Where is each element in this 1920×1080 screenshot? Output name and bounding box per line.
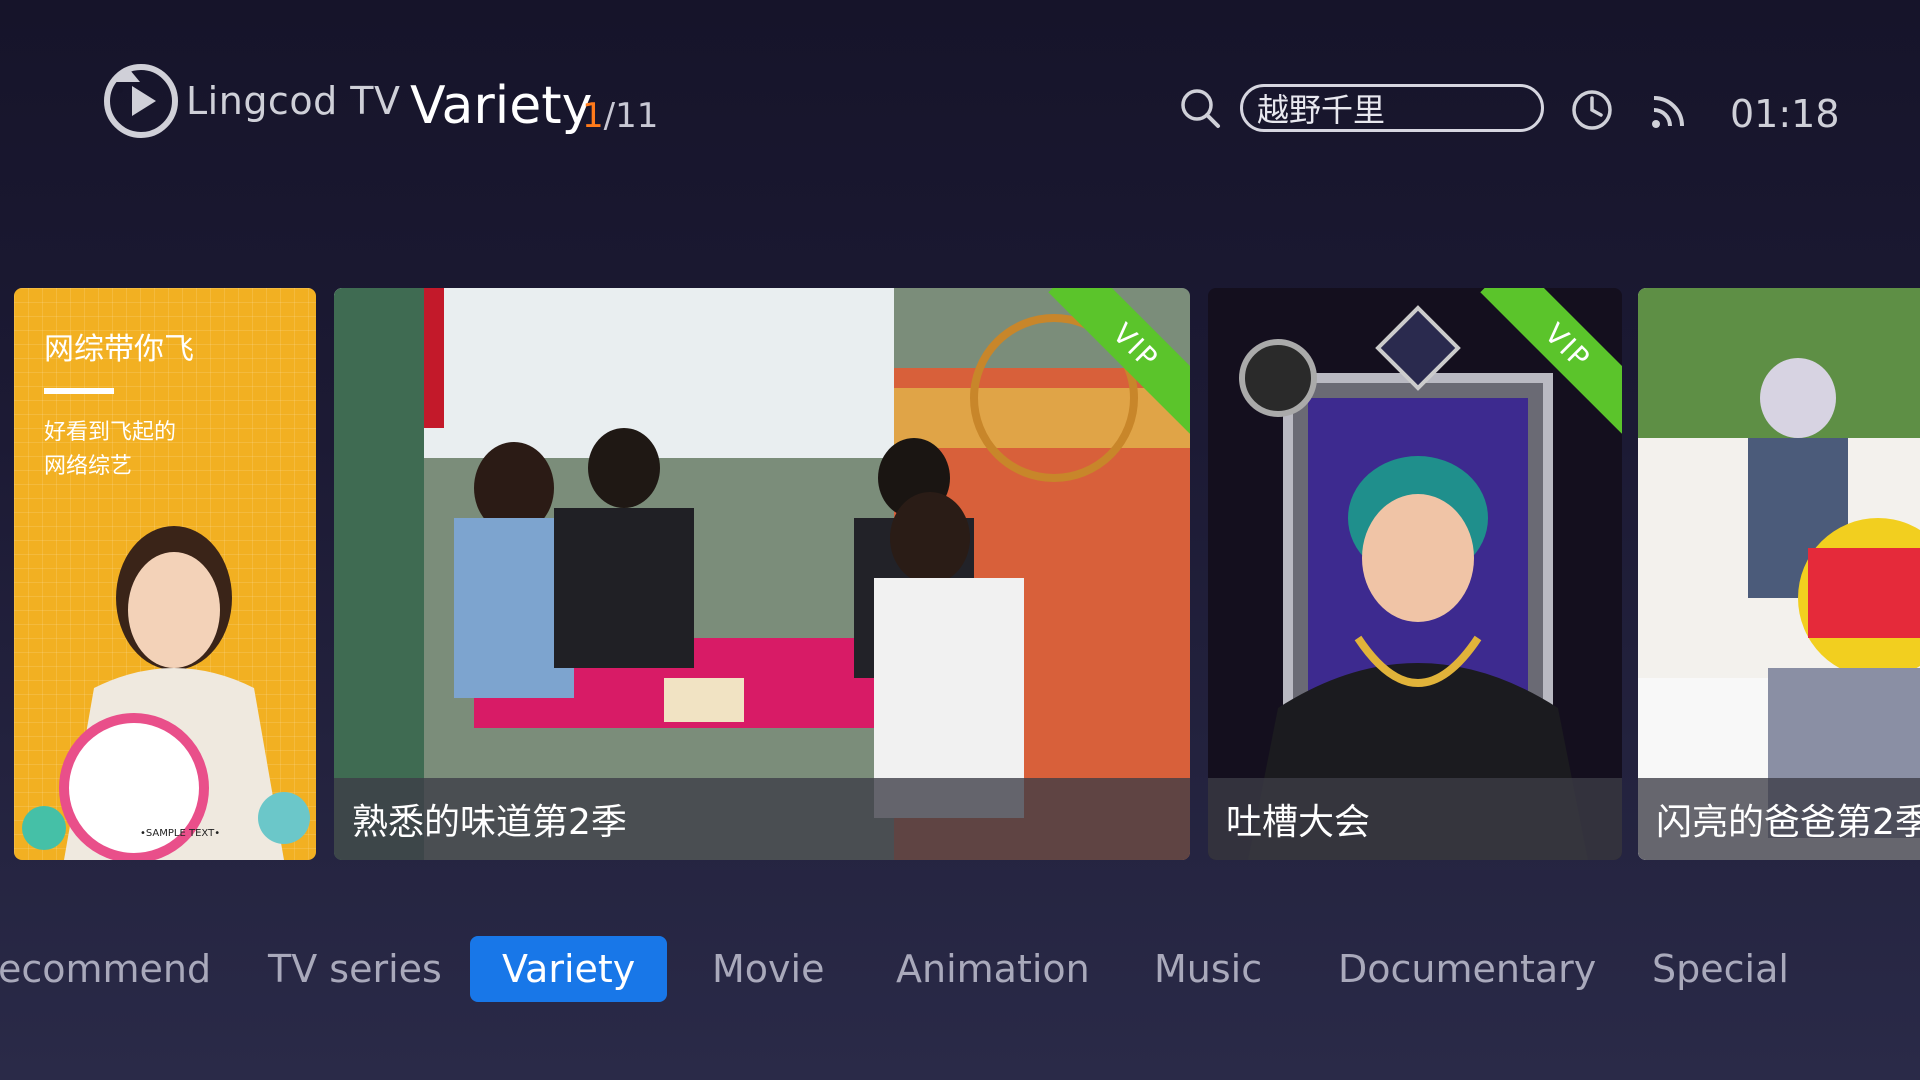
card-caption: 闪亮的爸爸第2季 xyxy=(1638,778,1920,860)
media-card[interactable]: 闪亮的爸爸第2季 xyxy=(1638,288,1920,860)
search-input[interactable]: 越野千里 xyxy=(1240,84,1544,132)
network-signal-icon xyxy=(1652,96,1684,128)
tab-documentary[interactable]: Documentary xyxy=(1338,936,1596,1002)
search-icon[interactable] xyxy=(1178,86,1222,130)
section-title: Variety xyxy=(410,76,593,136)
card-thumbnail xyxy=(334,288,1190,860)
tab-recommend[interactable]: ecommend xyxy=(0,936,211,1002)
promo-sample-text: •SAMPLE TEXT• xyxy=(140,828,221,839)
category-tabs: ecommend TV series Variety Movie Animati… xyxy=(0,936,1920,1004)
card-caption: 熟悉的味道第2季 xyxy=(334,778,1190,860)
fish-logo-icon xyxy=(104,64,178,138)
history-clock-icon[interactable] xyxy=(1570,88,1614,132)
media-card[interactable]: VIP 熟悉的味道第2季 xyxy=(334,288,1190,860)
card-thumbnail xyxy=(1638,288,1920,860)
tab-tv-series[interactable]: TV series xyxy=(268,936,442,1002)
card-caption: 吐槽大会 xyxy=(1208,778,1622,860)
tab-movie[interactable]: Movie xyxy=(712,936,824,1002)
card-thumbnail xyxy=(1208,288,1622,860)
tab-special[interactable]: Special xyxy=(1652,936,1789,1002)
tab-variety[interactable]: Variety xyxy=(470,936,668,1002)
brand-logo: Lingcod TV xyxy=(100,60,400,142)
clock-display: 01:18 xyxy=(1730,92,1840,136)
tab-animation[interactable]: Animation xyxy=(896,936,1090,1002)
promo-illustration xyxy=(22,526,310,860)
page-total: /11 xyxy=(603,96,659,136)
tab-music[interactable]: Music xyxy=(1154,936,1262,1002)
media-card[interactable]: VIP 吐槽大会 xyxy=(1208,288,1622,860)
brand-name: Lingcod TV xyxy=(186,79,401,123)
page-current: 1 xyxy=(582,96,604,136)
promo-card[interactable]: 网综带你飞 好看到飞起的 网络综艺 •SAMPLE TEXT• xyxy=(14,288,316,860)
app-root: Lingcod TV Variety 1/11 越野千里 01:18 网综带你飞… xyxy=(0,0,1920,1080)
page-counter: 1/11 xyxy=(582,96,658,136)
